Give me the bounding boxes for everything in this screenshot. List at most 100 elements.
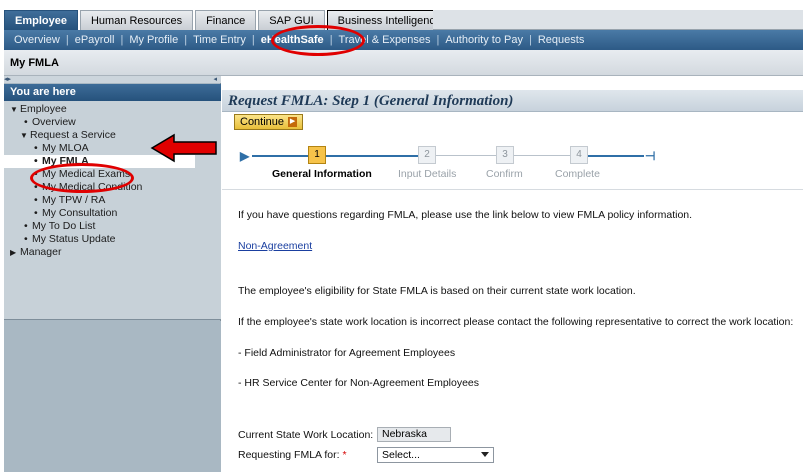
tree-item-label: My Consultation bbox=[42, 207, 118, 219]
tree-item-label: My To Do List bbox=[32, 220, 96, 232]
roadmap-step-1[interactable]: 1 bbox=[308, 146, 326, 164]
tree-item-label: My Medical Condition bbox=[42, 181, 143, 193]
roadmap-start-icon: ▶ bbox=[240, 149, 250, 163]
subnav-separator: | bbox=[120, 34, 124, 46]
tree-item-my-medical-condition[interactable]: • My Medical Condition bbox=[4, 181, 221, 194]
required-marker: * bbox=[342, 449, 347, 461]
roadmap-connector bbox=[514, 155, 570, 156]
incorrect-location-text: If the employee's state work location is… bbox=[238, 316, 794, 328]
eligibility-text: The employee's eligibility for State FML… bbox=[238, 285, 636, 297]
bullet-icon: • bbox=[34, 194, 38, 206]
triangle-down-icon[interactable]: ▼ bbox=[10, 103, 20, 116]
continue-label: Continue bbox=[240, 116, 285, 128]
arrow-right-icon: ▶ bbox=[288, 117, 298, 127]
bullet-icon: • bbox=[24, 116, 28, 128]
chevron-down-icon[interactable] bbox=[481, 452, 489, 457]
tree-item-label: My FMLA bbox=[42, 155, 89, 167]
roadmap-connector bbox=[588, 155, 644, 157]
tree-item-label: Manager bbox=[20, 246, 62, 258]
bullet-icon: • bbox=[24, 220, 28, 232]
tab-bar-fill bbox=[433, 10, 803, 30]
tab-employee[interactable]: Employee bbox=[4, 10, 78, 30]
roadmap-step-3[interactable]: 3 bbox=[496, 146, 514, 164]
roadmap-connector bbox=[436, 155, 496, 156]
main-header: Request FMLA: Step 1 (General Informatio… bbox=[222, 90, 803, 112]
subnav-overview[interactable]: Overview bbox=[14, 34, 60, 46]
roadmap-label-confirm: Confirm bbox=[486, 168, 523, 180]
fmla-info-text: If you have questions regarding FMLA, pl… bbox=[238, 209, 693, 221]
panel-collapse-toggle[interactable]: ◂▸ ◂ bbox=[4, 76, 221, 83]
page-title: My FMLA bbox=[10, 57, 59, 69]
collapse-arrows-icon[interactable]: ◂▸ bbox=[4, 76, 11, 83]
roadmap-label-general-information: General Information bbox=[272, 168, 372, 180]
tree-item-my-tpw-ra[interactable]: • My TPW / RA bbox=[4, 194, 221, 207]
tree-item-my-status-update[interactable]: • My Status Update bbox=[4, 233, 221, 246]
tree-item-my-medical-exams[interactable]: • My Medical Exams bbox=[4, 168, 221, 181]
hr-service-center-text: - HR Service Center for Non-Agreement Em… bbox=[238, 377, 480, 389]
tree-item-label: Request a Service bbox=[30, 129, 116, 141]
subnav-separator: | bbox=[65, 34, 69, 46]
roadmap-label-input-details: Input Details bbox=[398, 168, 457, 180]
tree-item-label: Overview bbox=[32, 116, 76, 128]
subnav-requests[interactable]: Requests bbox=[538, 34, 584, 46]
bullet-icon: • bbox=[34, 207, 38, 219]
roadmap-connector bbox=[252, 155, 308, 157]
roadmap: ▶ 1 2 3 4 ⊣ General Information Input De… bbox=[222, 136, 803, 190]
subnav-travel-expenses[interactable]: Travel & Expenses bbox=[339, 34, 431, 46]
tree-item-manager[interactable]: ▶ Manager bbox=[4, 246, 221, 259]
roadmap-end-icon: ⊣ bbox=[645, 149, 656, 163]
tree-item-my-to-do-list[interactable]: • My To Do List bbox=[4, 220, 221, 233]
bullet-icon: • bbox=[34, 181, 38, 193]
top-tab-bar: Employee Human Resources Finance SAP GUI… bbox=[4, 10, 454, 30]
subnav-separator: | bbox=[436, 34, 440, 46]
bullet-icon: • bbox=[24, 233, 28, 245]
subnav-separator: | bbox=[528, 34, 532, 46]
triangle-right-icon[interactable]: ▶ bbox=[10, 246, 20, 259]
subnav-my-profile[interactable]: My Profile bbox=[129, 34, 178, 46]
tree-item-employee[interactable]: ▼ Employee bbox=[4, 103, 221, 116]
tab-human-resources[interactable]: Human Resources bbox=[79, 10, 194, 30]
navigation-tree: ▼ Employee • Overview ▼ Request a Service •… bbox=[4, 101, 221, 259]
requesting-fmla-label-text: Requesting FMLA for: bbox=[238, 449, 340, 461]
tree-item-overview[interactable]: • Overview bbox=[4, 116, 221, 129]
bullet-icon: • bbox=[34, 142, 38, 154]
sub-navigation: Overview | ePayroll | My Profile | Time … bbox=[4, 30, 803, 50]
roadmap-connector bbox=[326, 155, 418, 157]
tree-item-label: My TPW / RA bbox=[42, 194, 106, 206]
annotation-arrow-icon bbox=[150, 133, 217, 163]
tab-sap-gui[interactable]: SAP GUI bbox=[258, 10, 325, 30]
collapse-left-icon[interactable]: ◂ bbox=[213, 76, 217, 83]
tab-finance[interactable]: Finance bbox=[195, 10, 257, 30]
subnav-time-entry[interactable]: Time Entry bbox=[193, 34, 246, 46]
subnav-authority-to-pay[interactable]: Authority to Pay bbox=[445, 34, 523, 46]
non-agreement-link[interactable]: Non-Agreement bbox=[238, 240, 312, 252]
detailed-navigation: You are here ▼ Employee • Overview ▼ Reques… bbox=[4, 84, 221, 320]
page-title-bar: My FMLA bbox=[4, 50, 803, 76]
subnav-epayroll[interactable]: ePayroll bbox=[75, 34, 115, 46]
tree-item-label: My Medical Exams bbox=[42, 168, 131, 180]
continue-button[interactable]: Continue ▶ bbox=[234, 114, 304, 130]
main-content: Request FMLA: Step 1 (General Informatio… bbox=[222, 76, 803, 472]
bullet-icon: • bbox=[34, 168, 38, 180]
bullet-icon: • bbox=[34, 155, 38, 167]
subnav-ehealthsafe[interactable]: eHealthSafe bbox=[261, 34, 324, 46]
requesting-fmla-select[interactable]: Select... bbox=[377, 447, 494, 463]
roadmap-step-2[interactable]: 2 bbox=[418, 146, 436, 164]
work-location-field: Nebraska bbox=[377, 427, 451, 442]
subnav-separator: | bbox=[184, 34, 188, 46]
you-are-here-heading: You are here bbox=[4, 84, 221, 101]
request-title: Request FMLA: Step 1 (General Informatio… bbox=[228, 93, 514, 109]
triangle-down-icon[interactable]: ▼ bbox=[20, 129, 30, 142]
tree-item-my-consultation[interactable]: • My Consultation bbox=[4, 207, 221, 220]
roadmap-step-4[interactable]: 4 bbox=[570, 146, 588, 164]
work-location-label: Current State Work Location: bbox=[238, 429, 374, 441]
subnav-separator: | bbox=[251, 34, 255, 46]
tree-item-label: My Status Update bbox=[32, 233, 116, 245]
select-value: Select... bbox=[382, 449, 420, 461]
roadmap-label-complete: Complete bbox=[555, 168, 600, 180]
top-band bbox=[0, 0, 803, 10]
tree-item-label: Employee bbox=[20, 103, 67, 115]
field-administrator-text: - Field Administrator for Agreement Empl… bbox=[238, 347, 456, 359]
tree-item-label: My MLOA bbox=[42, 142, 89, 154]
requesting-fmla-label: Requesting FMLA for: * bbox=[238, 449, 347, 461]
